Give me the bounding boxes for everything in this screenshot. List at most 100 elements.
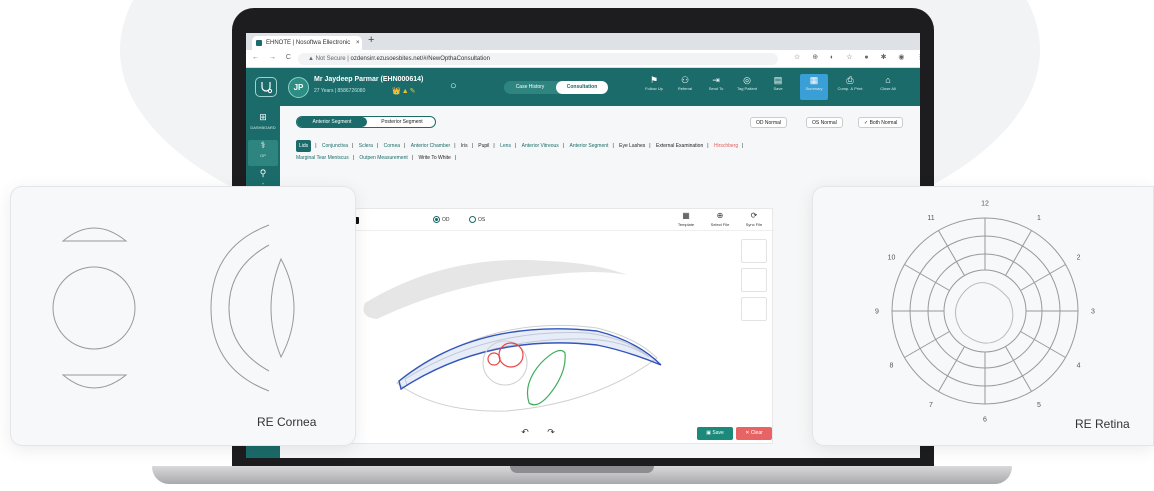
drawing-toolbar: OD OS ▦ Template ⊕ Select File ⟳ Sync File [297,209,774,231]
save-button[interactable]: ▣ Save [697,427,733,440]
link-anterior-segment[interactable]: Anterior Segment [570,140,609,152]
new-tab-icon[interactable]: + [368,34,374,46]
retina-hour-label: 12 [981,201,989,208]
ehr-logo-icon[interactable] [255,77,277,97]
retina-clock-spoke [1005,346,1032,392]
radio-os-dot [469,216,476,224]
tab-posterior-segment[interactable]: Posterior Segment [367,117,437,127]
link-lids[interactable]: Lids [296,140,312,152]
link-conjunctiva[interactable]: Conjunctiva [322,140,348,152]
drawing-panel: OD OS ▦ Template ⊕ Select File ⟳ Sync File [296,208,774,444]
retina-hour-label: 8 [890,363,894,370]
red-small-circle-annotation [487,352,501,366]
od-normal-checkbox[interactable]: OD Normal [750,117,788,128]
retina-hour-label: 6 [983,417,987,424]
patient-badges: 👑▲✎ [392,88,417,95]
radio-od-dot [433,216,440,224]
link-write-to-white[interactable]: Write To White [418,152,450,164]
browser-toolbar-icons[interactable]: ☆ ⊕ ◐ ☆ ● ✱ ◉ ⋮ [794,53,920,61]
retina-clock-spoke [904,264,950,291]
link-sclera[interactable]: Sclera [359,140,373,152]
patient-name: Mr Jaydeep Parmar (EHN000614) [314,76,424,83]
retina-hour-label: 1 [1037,215,1041,222]
tab-close-icon[interactable]: × [356,36,360,50]
search-icon[interactable]: ○ [450,80,457,92]
browser-tab[interactable]: EHNOTE | Nosoftwa Ellectronic × [252,36,362,50]
template-button[interactable]: ▦ Template [671,211,701,227]
close-all-button[interactable]: ⌂ Close All [874,74,902,100]
retina-hour-label: 7 [929,402,933,409]
retina-hour-label: 3 [1091,309,1095,316]
link-iris[interactable]: Iris [461,140,468,152]
not-secure-badge: ▲ Not Secure | [308,56,349,62]
sync-file-button[interactable]: ⟳ Sync File [739,211,769,227]
thumbnail-3[interactable] [741,297,767,321]
link-hirschberg[interactable]: Hirschberg [714,140,738,152]
retina-clock-diagram: 121234567891011 [875,201,1095,424]
patient-avatar[interactable]: JP [288,77,309,98]
tag-patient-button[interactable]: ◎ Tag Patient [733,74,761,100]
link-outpen-measurement[interactable]: Outpen Measurement [359,152,407,164]
follow-up-button[interactable]: ⚑ Follow Up [640,74,668,100]
eye-drawing-canvas[interactable] [297,233,737,423]
tab-case-history[interactable]: Case History [504,81,556,94]
retina-hour-label: 5 [1037,402,1041,409]
stethoscope-icon [261,82,273,94]
retina-hour-label: 10 [888,255,896,262]
link-anterior-chamber[interactable]: Anterior Chamber [411,140,450,152]
retina-clock-spoke [1020,331,1066,358]
thumbnail-1[interactable] [741,239,767,263]
undo-icon[interactable]: ↶ [519,427,531,439]
tab-anterior-segment[interactable]: Anterior Segment [297,117,367,127]
both-normal-checkbox[interactable]: ✓ Both Normal [858,117,904,128]
retina-ring-4 [943,269,1027,353]
examination-links-row-2: Marginal Tear Meniscus | Outpen Measureme… [296,152,896,164]
browser-nav-icons[interactable]: ← → C [252,54,295,61]
cornea-label: RE Cornea [257,415,317,429]
send-to-button[interactable]: ⇥ Send To [702,74,730,100]
link-cornea[interactable]: Cornea [384,140,400,152]
app-header: JP Mr Jaydeep Parmar (EHN000614) 27 Year… [246,68,920,106]
sidebar-item-op[interactable]: ⚕ OP [248,140,278,166]
retina-hour-label: 2 [1077,255,1081,262]
redo-icon[interactable]: ↷ [545,427,557,439]
op-icon: ⚕ [260,140,266,150]
comp-print-button[interactable]: ⎙ Comp. & Print [836,74,864,100]
retina-clock-spoke [904,331,950,358]
link-anterior-vitreous[interactable]: Anterior Vitreous [522,140,559,152]
referral-button[interactable]: ⚇ Referral [671,74,699,100]
cornea-front-circle [52,266,136,350]
link-marginal-tear-meniscus[interactable]: Marginal Tear Meniscus [296,152,349,164]
radio-od[interactable]: OD [433,216,450,224]
link-pupil[interactable]: Pupil [478,140,489,152]
tab-consultation[interactable]: Consultation [556,81,608,94]
save-header-button[interactable]: ▤ Save [764,74,792,100]
retina-label: RE Retina [1075,417,1130,431]
link-lens[interactable]: Lens [500,140,511,152]
link-external-examination[interactable]: External Examination [656,140,703,152]
link-eye-lashes[interactable]: Eye Lashes [619,140,645,152]
cornea-top-segment [61,227,128,242]
clear-button[interactable]: ✕ Clear [736,427,772,440]
sidebar-item-dashboard[interactable]: ⊞ DASHBOARD [248,112,278,138]
retina-hour-label: 11 [927,215,934,222]
thumbnail-2[interactable] [741,268,767,292]
retina-center-shape [955,282,1014,344]
patient-meta: 27 Years | 8586726080 [314,88,366,94]
eyebrow-shape [363,259,627,319]
select-file-button[interactable]: ⊕ Select File [705,211,735,227]
retina-clock-spoke [1020,264,1066,291]
url-field[interactable]: ▲ Not Secure | ozdensirr.ezusoesbites.ne… [298,53,778,65]
os-normal-checkbox[interactable]: OS Normal [806,117,843,128]
cornea-bottom-segment [61,374,128,389]
select-file-icon: ⊕ [716,211,724,220]
examination-links: Lids | Conjunctiva | Sclera | Cornea | Anter… [296,140,896,164]
url-text: ozdensirr.ezusoesbites.net/#/NewOpthaCon… [350,56,490,62]
template-thumbnails [741,239,769,326]
retina-clock-spoke [938,230,965,276]
favicon-icon [256,40,262,46]
radio-os[interactable]: OS [469,216,485,224]
laptop-notch [510,466,654,473]
browser-tab-bar: EHNOTE | Nosoftwa Ellectronic × + [246,33,920,50]
summary-button[interactable]: ▦ Summary [800,74,828,100]
